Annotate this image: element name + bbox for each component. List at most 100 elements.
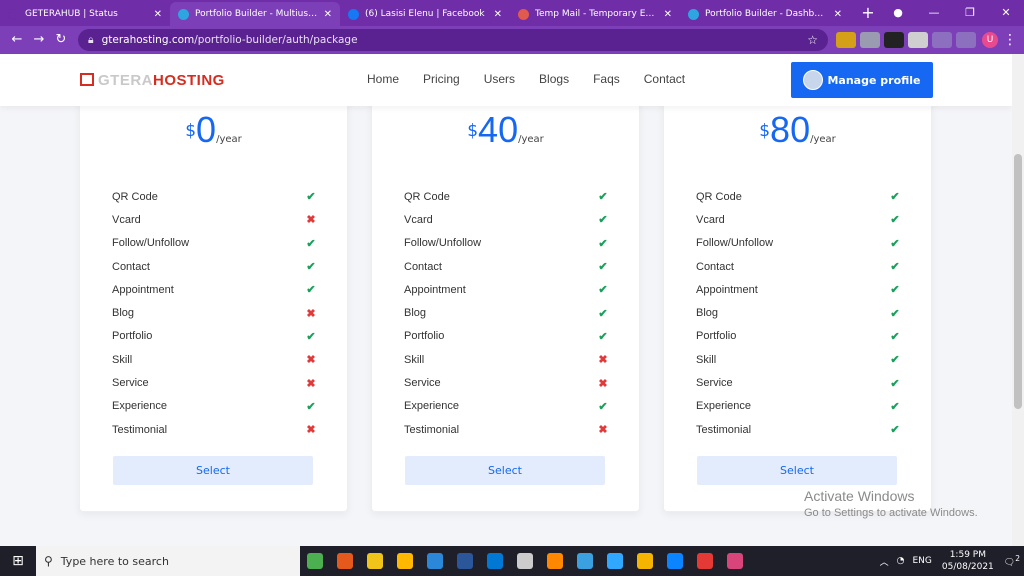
feature-name: Appointment (112, 283, 174, 296)
watermark-subtitle: Go to Settings to activate Windows. (804, 507, 978, 519)
select-plan-button[interactable]: Select (113, 456, 313, 485)
extension-icon[interactable] (860, 32, 880, 48)
new-tab-button[interactable]: + (858, 2, 878, 26)
taskbar-search[interactable]: ⚲ Type here to search (36, 546, 300, 576)
windows-start-icon[interactable]: ⊞ (0, 546, 36, 576)
browser-tab[interactable]: Portfolio Builder - Multiuser re ✕ (170, 2, 340, 26)
feature-row: QR Code ✔ (696, 185, 901, 208)
app-glyph-icon (307, 553, 323, 569)
feature-row: Vcard ✖ (112, 208, 317, 231)
tab-close-icon[interactable]: ✕ (834, 9, 842, 20)
app-glyph-icon (697, 553, 713, 569)
app-glyph-icon (397, 553, 413, 569)
taskbar-app-icon[interactable] (720, 546, 750, 576)
back-icon[interactable]: ← (6, 29, 28, 51)
close-window-icon[interactable]: ✕ (988, 0, 1024, 26)
tab-close-icon[interactable]: ✕ (494, 9, 502, 20)
extension-icon[interactable] (884, 32, 904, 48)
feature-name: Experience (112, 400, 168, 413)
tab-close-icon[interactable]: ✕ (324, 9, 332, 20)
feature-name: Blog (696, 307, 719, 320)
feature-name: Service (404, 377, 441, 390)
extension-icon[interactable] (908, 32, 928, 48)
bookmark-star-icon[interactable]: ☆ (807, 33, 818, 47)
notification-count: 2 (1015, 554, 1020, 563)
reload-icon[interactable]: ↻ (50, 29, 72, 51)
language-indicator[interactable]: ENG (913, 556, 932, 566)
taskbar-app-icon[interactable] (690, 546, 720, 576)
feature-row: Testimonial ✖ (112, 418, 317, 441)
browser-menu-icon[interactable]: ⋮ (1002, 32, 1018, 48)
select-plan-button[interactable]: Select (697, 456, 897, 485)
select-plan-button[interactable]: Select (405, 456, 605, 485)
taskbar-app-icon[interactable] (480, 546, 510, 576)
app-glyph-icon (547, 553, 563, 569)
taskbar-app-icon[interactable] (630, 546, 660, 576)
taskbar-app-icon[interactable] (600, 546, 630, 576)
feature-row: Service ✖ (112, 371, 317, 394)
tab-close-icon[interactable]: ✕ (154, 9, 162, 20)
minimize-icon[interactable]: — (916, 0, 952, 26)
maximize-icon[interactable]: ❐ (952, 0, 988, 26)
taskbar-app-icon[interactable] (510, 546, 540, 576)
logo-mark-icon (80, 73, 94, 86)
app-glyph-icon (337, 553, 353, 569)
url-domain: gterahosting.com (101, 34, 195, 46)
feature-row: Appointment ✔ (404, 278, 609, 301)
plan-price: $0/year (80, 109, 347, 151)
taskbar-app-icon[interactable] (450, 546, 480, 576)
nav-link-faqs[interactable]: Faqs (593, 72, 620, 86)
taskbar-app-icon[interactable] (420, 546, 450, 576)
clock[interactable]: 1:59 PM 05/08/2021 (942, 549, 994, 573)
feature-name: Contact (112, 260, 150, 273)
forward-icon[interactable]: → (28, 29, 50, 51)
app-glyph-icon (427, 553, 443, 569)
taskbar-app-icon[interactable] (660, 546, 690, 576)
browser-tab[interactable]: GETERAHUB | Status ✕ (0, 2, 170, 26)
url-path: /portfolio-builder/auth/package (194, 34, 358, 46)
manage-profile-button[interactable]: Manage profile (791, 62, 933, 98)
app-glyph-icon (667, 553, 683, 569)
browser-tab[interactable]: Portfolio Builder - Dashboard ✕ (680, 2, 850, 26)
tab-close-icon[interactable]: ✕ (664, 9, 672, 20)
feature-row: QR Code ✔ (404, 185, 609, 208)
address-bar[interactable]: 🔒︎ gterahosting.com /portfolio-builder/a… (78, 29, 828, 51)
taskbar-app-icon[interactable] (390, 546, 420, 576)
feature-name: Service (112, 377, 149, 390)
tab-favicon-icon (518, 8, 529, 20)
site-navbar: GTERAHOSTING Home Pricing Users Blogs Faqs Co… (0, 54, 1012, 106)
nav-link-pricing[interactable]: Pricing (423, 72, 460, 86)
taskbar-app-icon[interactable] (330, 546, 360, 576)
price-period: /year (810, 134, 836, 145)
taskbar-app-icon[interactable] (540, 546, 570, 576)
feature-row: Contact ✔ (112, 255, 317, 278)
check-icon: ✔ (306, 261, 316, 274)
nav-link-home[interactable]: Home (367, 72, 399, 86)
feature-row: Testimonial ✖ (404, 418, 609, 441)
profile-avatar[interactable]: U (982, 32, 998, 48)
tab-title: Portfolio Builder - Multiuser re (195, 9, 318, 19)
feature-row: QR Code ✔ (112, 185, 317, 208)
scrollbar-thumb[interactable] (1014, 154, 1022, 409)
manage-profile-label: Manage profile (827, 73, 921, 87)
notification-icon[interactable]: 🗨︎2 (1004, 554, 1020, 568)
browser-tab[interactable]: Temp Mail - Temporary Email ✕ (510, 2, 680, 26)
site-logo[interactable]: GTERAHOSTING (80, 72, 225, 89)
network-icon[interactable]: ◔ (897, 556, 905, 566)
tray-chevron-icon[interactable]: ︿ (880, 555, 889, 568)
puzzle-icon[interactable] (932, 32, 952, 48)
nav-link-blogs[interactable]: Blogs (539, 72, 569, 86)
feature-row: Portfolio ✔ (404, 325, 609, 348)
page-scrollbar[interactable] (1012, 54, 1024, 546)
nav-link-users[interactable]: Users (484, 72, 515, 86)
taskbar-app-icon[interactable] (360, 546, 390, 576)
check-icon: ✔ (598, 214, 608, 227)
taskbar-app-icon[interactable] (300, 546, 330, 576)
profile-menu-icon[interactable]: ● (880, 0, 916, 26)
nav-link-contact[interactable]: Contact (644, 72, 685, 86)
reading-list-icon[interactable] (956, 32, 976, 48)
taskbar-app-icon[interactable] (570, 546, 600, 576)
feature-row: Skill ✖ (404, 348, 609, 371)
extension-icon[interactable] (836, 32, 856, 48)
browser-tab[interactable]: (6) Lasisi Elenu | Facebook ✕ (340, 2, 510, 26)
